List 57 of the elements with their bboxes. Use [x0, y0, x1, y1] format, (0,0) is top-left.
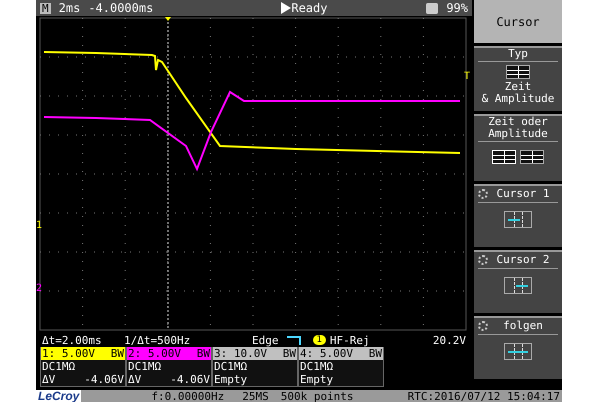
grid-icon	[520, 150, 544, 164]
mode-badge: M	[40, 2, 51, 14]
falling-edge-icon	[286, 336, 300, 344]
measurement-value: -4.06V	[170, 374, 210, 385]
measurement-value: -4.06V	[84, 374, 124, 385]
sample-rate-text: 25MS	[242, 390, 269, 402]
gear-icon	[478, 321, 488, 331]
channel-scale-text: 3: 10.0V	[214, 348, 267, 359]
menu-item-panel[interactable]: Zeit oder Amplitude	[474, 114, 562, 181]
channel-scale-text: 4: 5.00V	[300, 348, 353, 359]
gear-icon	[478, 189, 488, 199]
measurement-label: Empty	[214, 374, 248, 385]
timebase-text: 2ms	[58, 0, 80, 17]
menu-title: Cursor	[474, 0, 562, 43]
clock-text: RTC:2016/07/12 15:04:17	[408, 390, 561, 402]
channel-scale-text: 1: 5.00V	[42, 348, 95, 359]
menu-item-panel[interactable]: folgen	[474, 316, 562, 379]
delta-time-text: Δt=2.00ms	[42, 334, 103, 346]
menu-item-panel[interactable]: Typ Zeit & Amplitude	[474, 46, 562, 111]
menu-label: folgen	[503, 320, 543, 332]
trigger-channel-badge: 1	[312, 335, 326, 345]
menu-caption: Zeit & Amplitude	[482, 81, 554, 105]
grid-icon	[492, 150, 516, 164]
menu-label: Zeit oder Amplitude	[478, 116, 558, 142]
coupling-text: DC1MΩ	[41, 360, 76, 373]
measurement-label: Empty	[300, 374, 334, 385]
bandwidth-text: BW	[110, 348, 124, 359]
status-text: Ready	[291, 0, 328, 17]
menu-label: Cursor 2	[496, 254, 550, 266]
coupling-text: DC1MΩ	[127, 360, 162, 373]
coupling-text: DC1MΩ	[213, 360, 248, 373]
menu-item-panel[interactable]: Cursor 1	[474, 184, 562, 247]
channel-marker: 1	[36, 221, 42, 231]
channel-marker: 2	[36, 284, 42, 294]
bandwidth-text: BW	[196, 348, 210, 359]
menu-item-panel[interactable]: Cursor 2	[474, 250, 562, 313]
trigger-type-text: Edge	[252, 334, 278, 346]
trigger-filter-text: HF-Rej	[330, 334, 370, 346]
play-icon	[281, 2, 292, 14]
frequency-text: 1/Δt=500Hz	[124, 334, 192, 346]
delay-text: -4.0000ms	[88, 0, 154, 17]
measurement-label: ΔV	[128, 374, 142, 385]
menu-label: Typ	[478, 48, 558, 62]
coupling-text: DC1MΩ	[299, 360, 334, 373]
menu-label: Cursor 1	[496, 188, 550, 200]
bandwidth-text: BW	[368, 348, 382, 359]
percent-text: 99%	[446, 0, 468, 17]
brightness-icon	[426, 2, 438, 14]
trigger-level-marker: T	[464, 72, 470, 82]
trigger-level-text: 20.2V	[432, 334, 466, 346]
gear-icon	[478, 255, 488, 265]
points-text: 500k points	[280, 390, 354, 402]
bandwidth-text: BW	[282, 348, 296, 359]
channel-scale-text: 2: 5.00V	[128, 348, 181, 359]
measurement-label: ΔV	[42, 374, 56, 385]
frequency-text: f:0.00000Hz	[151, 390, 224, 402]
grid-icon	[506, 65, 530, 79]
